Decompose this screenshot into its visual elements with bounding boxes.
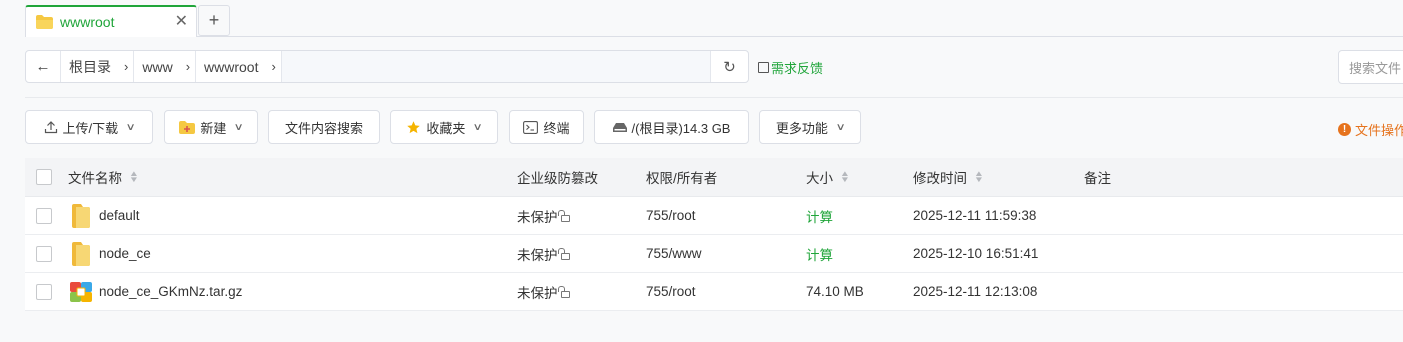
chevron-down-icon: ∨	[835, 121, 846, 133]
breadcrumb-wwwroot[interactable]: wwwroot	[196, 51, 266, 82]
row-checkbox[interactable]	[36, 273, 52, 310]
refresh-icon[interactable]: ↻	[710, 51, 748, 82]
breadcrumb-www[interactable]: www	[134, 51, 180, 82]
unlock-icon	[557, 286, 570, 298]
content-search-label: 文件内容搜索	[284, 120, 363, 136]
header-protect: 企业级防篡改	[517, 171, 598, 186]
protect-status[interactable]: 未保护	[517, 235, 570, 272]
modified-time: 2025-12-10 16:51:41	[913, 246, 1039, 261]
back-arrow-icon[interactable]: ←	[26, 51, 61, 82]
archive-icon	[70, 273, 92, 310]
upload-icon	[44, 121, 57, 134]
file-operations-label: 文件操作	[1355, 123, 1403, 138]
tab-strip: wwwroot ✕ +	[0, 0, 1403, 37]
feedback-label: 需求反馈	[771, 61, 824, 76]
table-header: 文件名称 ▲ ▼ 企业级防篡改 权限/所有者 大小 ▲ ▼ 修改时间 ▲ ▼ 备注	[25, 158, 1403, 197]
permission[interactable]: 755/www	[646, 235, 702, 272]
row-checkbox[interactable]	[36, 197, 52, 234]
favorites-button[interactable]: 收藏夹 ∨	[390, 110, 498, 144]
chevron-down-icon: ∨	[233, 121, 245, 133]
add-tab-button[interactable]: +	[198, 5, 230, 36]
file-name[interactable]: node_ce_GKmNz.tar.gz	[99, 273, 242, 310]
unlock-icon	[557, 248, 570, 260]
header-permission: 权限/所有者	[646, 171, 718, 186]
select-all-checkbox[interactable]	[36, 158, 52, 196]
file-name[interactable]: default	[99, 197, 140, 234]
file-table: 文件名称 ▲ ▼ 企业级防篡改 权限/所有者 大小 ▲ ▼ 修改时间 ▲ ▼ 备注 d…	[25, 158, 1403, 311]
more-functions-button[interactable]: 更多功能 ∨	[759, 110, 861, 144]
more-functions-label: 更多功能	[775, 120, 828, 136]
path-bar: ← 根目录 › www › wwwroot › ↻	[25, 50, 749, 83]
info-icon: !	[1338, 123, 1351, 136]
disk-button[interactable]: /(根目录)14.3 GB	[594, 110, 749, 144]
search-input[interactable]: 搜索文件	[1338, 50, 1403, 84]
folder-icon	[36, 15, 53, 29]
divider	[25, 97, 1403, 98]
disk-icon	[612, 122, 627, 132]
header-name[interactable]: 文件名称 ▲ ▼	[68, 158, 140, 196]
edit-icon	[758, 62, 769, 73]
protect-status[interactable]: 未保护	[517, 273, 570, 310]
file-operations-link[interactable]: ! 文件操作	[1338, 120, 1403, 139]
table-row[interactable]: node_ce_GKmNz.tar.gz 未保护 755/root 74.10 …	[25, 273, 1403, 311]
folder-icon	[72, 235, 90, 272]
protect-label: 未保护	[517, 285, 558, 301]
tab-label: wwwroot	[60, 14, 115, 30]
permission[interactable]: 755/root	[646, 273, 696, 310]
header-size-label: 大小	[806, 171, 833, 186]
terminal-button[interactable]: 终端	[509, 110, 584, 144]
chevron-right-icon[interactable]: ›	[181, 51, 197, 82]
terminal-label: 终端	[543, 120, 570, 136]
tab-wwwroot[interactable]: wwwroot ✕	[25, 5, 197, 37]
table-row[interactable]: default 未保护 755/root 计算 2025-12-11 11:59…	[25, 197, 1403, 235]
sort-icon: ▲ ▼	[128, 169, 140, 184]
protect-status[interactable]: 未保护	[517, 197, 570, 234]
modified-time: 2025-12-11 11:59:38	[913, 208, 1037, 223]
new-label: 新建	[200, 120, 227, 136]
chevron-down-icon: ∨	[472, 121, 484, 133]
chevron-down-icon: ∨	[125, 121, 136, 133]
row-checkbox[interactable]	[36, 235, 52, 272]
content-search-button[interactable]: 文件内容搜索	[268, 110, 380, 144]
header-note: 备注	[1084, 171, 1111, 186]
new-button[interactable]: 新建 ∨	[164, 110, 258, 144]
upload-download-button[interactable]: 上传/下载 ∨	[25, 110, 153, 144]
protect-label: 未保护	[517, 247, 558, 263]
unlock-icon	[557, 210, 570, 222]
star-icon	[407, 120, 421, 133]
header-size[interactable]: 大小 ▲ ▼	[806, 158, 851, 196]
path-input[interactable]	[281, 51, 710, 82]
header-mtime-label: 修改时间	[913, 171, 967, 186]
chevron-right-icon[interactable]: ›	[267, 51, 282, 82]
breadcrumb-root[interactable]: 根目录	[61, 51, 119, 82]
size-calc-link[interactable]: 计算	[806, 235, 833, 272]
close-icon[interactable]: ✕	[175, 13, 188, 31]
size-calc-link[interactable]: 计算	[806, 197, 833, 234]
protect-label: 未保护	[517, 209, 558, 225]
sort-icon: ▲ ▼	[839, 169, 851, 184]
header-name-label: 文件名称	[68, 171, 122, 186]
search-placeholder: 搜索文件	[1349, 60, 1402, 76]
chevron-right-icon[interactable]: ›	[119, 51, 135, 82]
disk-label: /(根目录)14.3 GB	[631, 120, 731, 136]
header-mtime[interactable]: 修改时间 ▲ ▼	[913, 158, 985, 196]
folder-icon	[72, 197, 90, 234]
tab-divider	[25, 36, 1403, 37]
table-row[interactable]: node_ce 未保护 755/www 计算 2025-12-10 16:51:…	[25, 235, 1403, 273]
favorites-label: 收藏夹	[426, 120, 466, 136]
feedback-link[interactable]: 需求反馈	[758, 58, 823, 77]
new-folder-icon	[179, 120, 196, 134]
terminal-icon	[523, 120, 539, 134]
sort-icon: ▲ ▼	[973, 169, 985, 184]
permission[interactable]: 755/root	[646, 197, 696, 234]
modified-time: 2025-12-11 12:13:08	[913, 284, 1038, 299]
upload-download-label: 上传/下载	[62, 120, 119, 136]
file-name[interactable]: node_ce	[99, 235, 151, 272]
file-size: 74.10 MB	[806, 284, 864, 299]
